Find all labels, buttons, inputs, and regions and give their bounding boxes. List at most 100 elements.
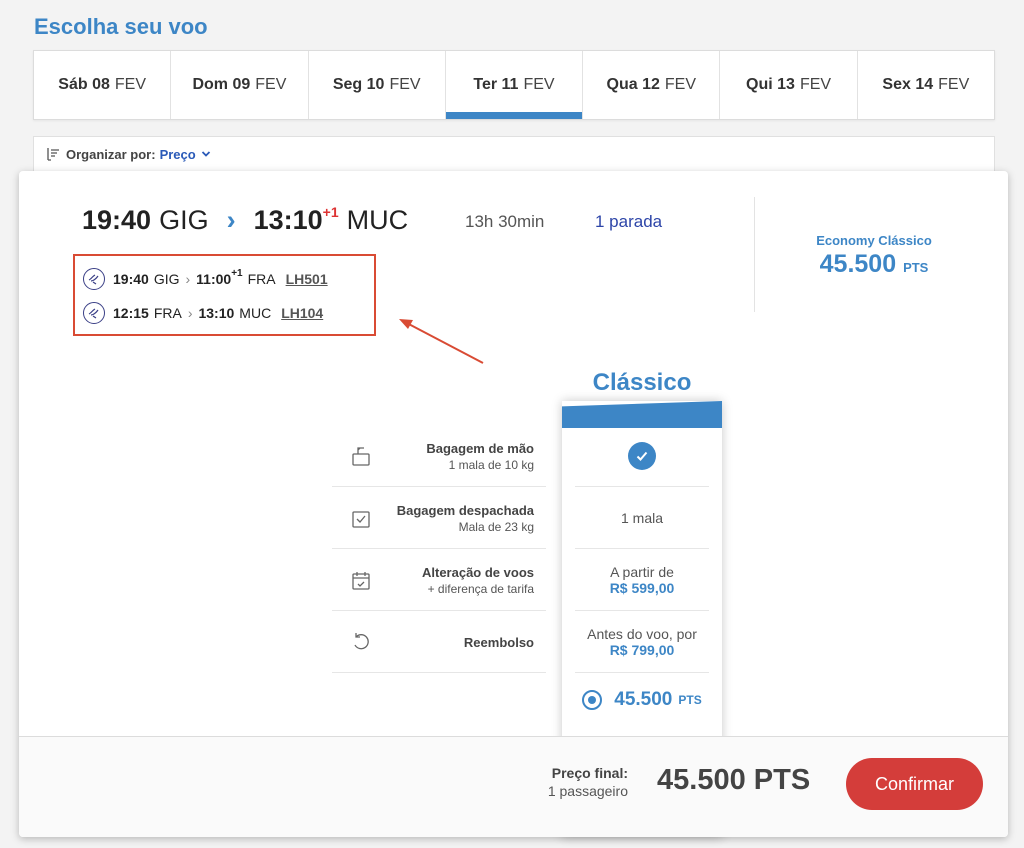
- sort-label: Organizar por:: [66, 146, 156, 162]
- tab-month: FEV: [114, 76, 146, 93]
- radio-selected-icon[interactable]: [582, 690, 603, 710]
- final-price-label: Preço final: 1 passageiro: [548, 765, 628, 799]
- flight-code-link[interactable]: LH104: [281, 305, 323, 321]
- arrival-day-offset: +1: [322, 204, 339, 220]
- chevron-right-icon: ›: [226, 205, 236, 235]
- carry-on-bag-icon: [352, 447, 370, 466]
- economy-points-value: 45.500: [819, 250, 897, 278]
- segment-row: 19:40 GIG › 11:00 +1 FRA LH501: [83, 268, 328, 290]
- chevron-right-icon: ›: [187, 305, 193, 321]
- segment-arr-offset: +1: [231, 267, 243, 279]
- refund-icon: [354, 633, 369, 650]
- arrival-airport: MUC: [346, 205, 409, 235]
- feature-row: Bagagem de mão 1 mala de 10 kg: [332, 425, 546, 487]
- checked-bag-icon: [352, 511, 370, 528]
- segment-dep-time: 12:15: [113, 305, 149, 321]
- lufthansa-crane-icon: [83, 268, 105, 290]
- sort-bar: Organizar por: Preço: [33, 136, 995, 172]
- segment-arr-time: 11:00: [196, 271, 232, 287]
- stops-link[interactable]: 1 parada: [595, 212, 662, 232]
- confirm-button[interactable]: Confirmar: [846, 758, 983, 810]
- feature-subtitle: + diferença de tarifa: [427, 581, 534, 596]
- chevron-down-icon[interactable]: [201, 149, 211, 159]
- fare-name: Clássico: [592, 369, 692, 396]
- lufthansa-crane-icon: [83, 302, 105, 324]
- segment-arr-airport: MUC: [239, 305, 272, 321]
- segments-highlight-box: 19:40 GIG › 11:00 +1 FRA LH501 12:15 FRA…: [73, 254, 376, 336]
- fare-points-value: 45.500: [614, 689, 673, 710]
- tab-month: FEV: [664, 76, 696, 93]
- tab-date-sab-08[interactable]: Sáb 08 FEV: [34, 51, 172, 119]
- final-price-title: Preço final:: [551, 765, 628, 781]
- economy-points-unit: PTS: [903, 260, 929, 275]
- fare-column-header: [562, 401, 722, 428]
- fare-value-cell: Antes do voo, por R$ 799,00: [575, 611, 709, 673]
- final-total: 45.500 PTS: [657, 764, 811, 796]
- date-tabs: Sáb 08 FEV Dom 09 FEV Seg 10 FEV Ter 11 FEV …: [33, 50, 995, 120]
- segment-arr-time: 13:10: [198, 305, 235, 321]
- feature-row: Reembolso: [332, 611, 546, 673]
- flight-code-link[interactable]: LH501: [286, 271, 328, 287]
- check-icon: [628, 441, 656, 470]
- tab-day: Sex 14: [882, 76, 934, 93]
- footer-bar: Preço final: 1 passageiro 45.500 PTS Con…: [19, 736, 1008, 837]
- economy-label: Economy Clássico: [816, 233, 932, 248]
- fare-select-radio[interactable]: 45.500 PTS: [575, 683, 709, 717]
- sort-icon: [47, 148, 59, 161]
- tab-day: Qua 12: [606, 76, 660, 93]
- annotation-arrow-icon: [399, 319, 484, 364]
- tab-date-dom-09[interactable]: Dom 09 FEV: [171, 51, 309, 119]
- tab-date-seg-10[interactable]: Seg 10 FEV: [309, 51, 446, 119]
- chevron-right-icon: ›: [185, 271, 191, 287]
- feature-row: Alteração de voos + diferença de tarifa: [332, 549, 546, 611]
- arrival-time: 13:10: [253, 205, 323, 235]
- tab-day: Seg 10: [332, 76, 385, 93]
- tab-date-qui-13[interactable]: Qui 13 FEV: [720, 51, 858, 119]
- segment-row: 12:15 FRA › 13:10 MUC LH104: [83, 302, 323, 324]
- tab-date-ter-11[interactable]: Ter 11 FEV: [445, 51, 584, 119]
- departure-airport: GIG: [159, 205, 209, 235]
- fare-value-cell: 1 mala: [575, 487, 709, 549]
- feature-subtitle: 1 mala de 10 kg: [448, 457, 534, 472]
- tab-month: FEV: [799, 76, 832, 93]
- segment-arr-airport: FRA: [247, 271, 276, 287]
- segment-dep-time: 19:40: [113, 271, 149, 287]
- economy-fare-summary[interactable]: Economy Clássico 45.500 PTS: [789, 233, 959, 279]
- feature-title: Reembolso: [463, 634, 534, 650]
- calendar-change-icon: [352, 572, 370, 590]
- tab-month: FEV: [938, 76, 970, 93]
- feature-text: Alteração de voos + diferença de tarifa: [422, 549, 534, 611]
- feature-text: Bagagem de mão 1 mala de 10 kg: [426, 425, 534, 487]
- feature-text: Reembolso: [464, 611, 534, 673]
- feature-title: Bagagem de mão: [426, 440, 534, 456]
- tab-date-sex-14[interactable]: Sex 14 FEV: [858, 51, 994, 119]
- tab-day: Dom 09: [192, 76, 251, 93]
- passenger-count: 1 passageiro: [547, 783, 628, 799]
- tab-month: FEV: [255, 76, 287, 93]
- feature-subtitle: Mala de 23 kg: [458, 519, 534, 534]
- fare-value-price: R$ 599,00: [609, 579, 675, 596]
- fare-value-text: A partir de: [610, 563, 674, 580]
- fare-value-price: R$ 799,00: [609, 641, 675, 658]
- flight-route: 19:40 GIG › 13:10 +1 MUC: [82, 204, 409, 236]
- segment-dep-airport: GIG: [153, 271, 180, 287]
- economy-points: 45.500 PTS: [789, 250, 959, 279]
- divider: [754, 197, 755, 312]
- fare-value-text: 1 mala: [620, 509, 664, 526]
- tab-month: FEV: [389, 76, 421, 93]
- tab-day: Sáb 08: [58, 76, 110, 93]
- feature-title: Alteração de voos: [422, 564, 534, 580]
- fare-value-cell: [575, 425, 709, 487]
- tab-day: Ter 11: [473, 76, 519, 93]
- page-title: Escolha seu voo: [34, 14, 208, 39]
- tab-day: Qui 13: [746, 76, 795, 93]
- departure-time: 19:40: [82, 205, 152, 235]
- feature-row: Bagagem despachada Mala de 23 kg: [332, 487, 546, 549]
- tab-month: FEV: [523, 76, 555, 93]
- fare-points-unit: PTS: [678, 693, 702, 707]
- tab-date-qua-12[interactable]: Qua 12 FEV: [583, 51, 721, 119]
- fare-value-text: Antes do voo, por: [587, 625, 697, 642]
- feature-text: Bagagem despachada Mala de 23 kg: [397, 487, 534, 549]
- sort-dropdown[interactable]: Preço: [160, 147, 196, 162]
- flight-duration: 13h 30min: [465, 212, 545, 231]
